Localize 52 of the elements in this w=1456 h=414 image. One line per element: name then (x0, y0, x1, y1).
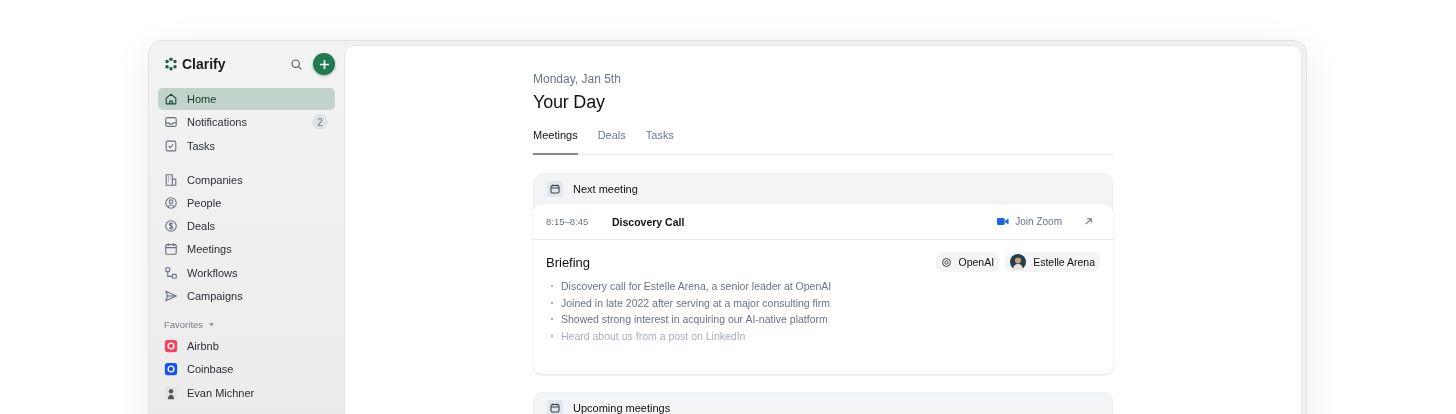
add-button[interactable] (313, 53, 335, 75)
entity-chip[interactable]: OpenAI (935, 252, 1000, 272)
nav-item[interactable]: Tasks (158, 134, 335, 157)
date-label: Monday, Jan 5th (533, 72, 622, 86)
calendar-icon (164, 242, 178, 257)
meeting-name: Discovery Call (612, 215, 686, 228)
company-logo-icon (940, 256, 952, 268)
tab[interactable]: Meetings (533, 129, 578, 155)
brand-name: Clarify (182, 56, 226, 72)
favorites-toggle[interactable]: Favorites (158, 315, 335, 334)
tab[interactable]: Deals (597, 129, 626, 155)
section-heading: Upcoming meetings (573, 402, 671, 414)
briefing-point: Joined in late 2022 after serving at a major consulting firm (551, 294, 1100, 311)
person-icon (164, 195, 178, 210)
briefing-title: Briefing (546, 254, 591, 270)
page-title: Your Day (533, 92, 606, 113)
nav-item[interactable]: Workflows (158, 261, 335, 284)
section-heading: Next meeting (573, 183, 638, 195)
avatar-icon (164, 385, 178, 400)
caret-icon (208, 320, 216, 328)
building-icon (164, 172, 178, 187)
tab[interactable]: Tasks (645, 129, 674, 155)
nav-item[interactable]: Notifications 2 (158, 111, 335, 134)
meeting-time: 8:15–8:45 (546, 216, 590, 227)
check-icon (164, 138, 178, 153)
avatar-icon (1010, 254, 1027, 270)
calendar-icon (547, 181, 563, 197)
nav-item[interactable]: Campaigns (158, 285, 335, 308)
home-icon (164, 92, 178, 106)
video-camera-icon (997, 217, 1010, 226)
send-icon (164, 289, 178, 304)
nav-item[interactable]: Deals (158, 215, 335, 238)
count-badge: 2 (312, 114, 328, 131)
entity-chip[interactable]: Estelle Arena (1005, 252, 1100, 272)
inbox-icon (164, 115, 178, 130)
favorite-item[interactable]: Coinbase (158, 358, 335, 381)
nav-item[interactable]: Companies (158, 168, 335, 191)
briefing-point: Discovery call for Estelle Arena, a senior leader at OpenAI (551, 278, 1100, 295)
open-arrow-icon[interactable] (1084, 217, 1093, 226)
logo-icon (164, 57, 178, 71)
join-link[interactable]: Join Zoom (997, 216, 1062, 227)
nav-item[interactable]: People (158, 191, 335, 214)
nav-item[interactable]: Home (158, 88, 335, 110)
favorite-item[interactable]: Evan Michner (158, 381, 335, 404)
dollar-icon (164, 219, 178, 234)
favorite-item[interactable]: Airbnb (158, 335, 335, 358)
briefing-point: Heard about us from a post on LinkedIn (551, 327, 1100, 344)
search-icon[interactable] (290, 57, 303, 71)
plus-icon (318, 58, 330, 70)
flow-icon (164, 265, 178, 280)
briefing-point: Showed strong interest in acquiring our AI-native platform (551, 311, 1100, 328)
nav-item[interactable]: Meetings (158, 238, 335, 261)
